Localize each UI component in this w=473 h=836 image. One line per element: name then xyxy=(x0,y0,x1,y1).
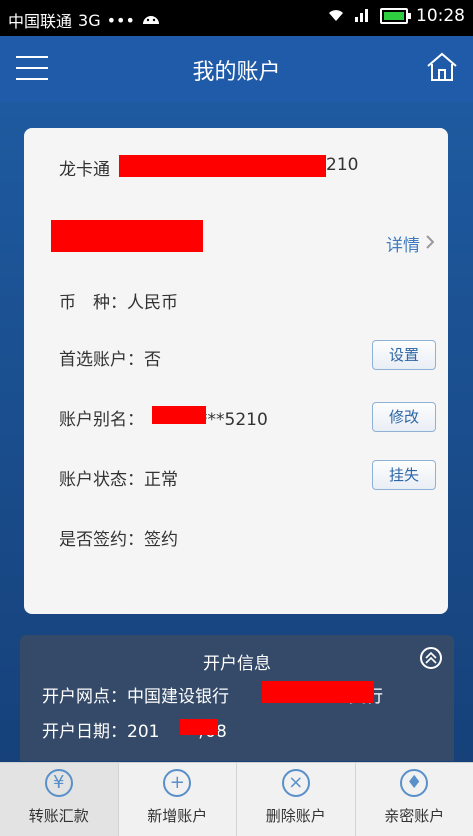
signed-value: 签约 xyxy=(144,530,178,550)
collapse-icon[interactable] xyxy=(420,647,442,669)
detail-link[interactable]: 详情 xyxy=(386,231,434,256)
date-prefix: 201 xyxy=(127,722,159,742)
tab-add-account[interactable]: + 新增账户 xyxy=(118,763,237,836)
tab-label: 删除账户 xyxy=(237,805,355,826)
edit-alias-button[interactable]: 修改 xyxy=(372,402,436,432)
redaction-alias xyxy=(152,406,206,424)
home-icon[interactable] xyxy=(425,50,459,84)
clock: 10:28 xyxy=(416,6,465,26)
chevron-right-icon xyxy=(426,234,434,254)
preferred-row: 首选账户：否 xyxy=(59,345,161,370)
tab-label: 亲密账户 xyxy=(356,805,473,826)
alias-suffix: ***5210 xyxy=(199,410,268,430)
tab-close-account[interactable]: ♦ 亲密账户 xyxy=(355,763,473,836)
status-label: 账户状态： xyxy=(59,470,144,490)
branch-prefix: 中国建设银行 xyxy=(127,687,229,707)
opening-info-header: 开户信息 xyxy=(20,649,454,674)
account-opening-info: 开户信息 开户网点：中国建设银行支行 开户日期：201/08 xyxy=(20,635,454,761)
preferred-value: 否 xyxy=(144,350,161,370)
redaction-branch xyxy=(262,681,374,703)
status-row: 账户状态：正常 xyxy=(59,465,178,490)
status-bar: 中国联通 3G ••• 10:28 xyxy=(0,0,473,36)
tab-delete-account[interactable]: × 删除账户 xyxy=(236,763,355,836)
tab-label: 新增账户 xyxy=(119,805,237,826)
card-name: 龙卡通 xyxy=(59,160,110,180)
currency-value: 人民币 xyxy=(127,293,178,313)
branch-label: 开户网点： xyxy=(42,687,127,707)
redaction-card-number xyxy=(119,155,326,177)
detail-label: 详情 xyxy=(386,231,420,256)
signed-row: 是否签约：签约 xyxy=(59,525,178,550)
card-number-row: 龙卡通 xyxy=(59,155,110,180)
plus-icon: + xyxy=(163,769,191,797)
delete-icon: × xyxy=(282,769,310,797)
yuan-icon: ¥ xyxy=(45,769,73,797)
signed-label: 是否签约： xyxy=(59,530,144,550)
tab-label: 转账汇款 xyxy=(0,805,118,826)
card-number-suffix: 210 xyxy=(326,155,358,175)
wifi-icon xyxy=(326,6,346,26)
preferred-label: 首选账户： xyxy=(59,350,144,370)
currency-label: 币 种： xyxy=(59,293,127,313)
set-preferred-button[interactable]: 设置 xyxy=(372,340,436,370)
android-icon xyxy=(141,10,161,30)
page-title: 我的账户 xyxy=(0,54,473,86)
date-label: 开户日期： xyxy=(42,722,127,742)
battery-icon xyxy=(380,8,408,24)
flame-icon: ♦ xyxy=(400,769,428,797)
account-card: 龙卡通 210 详情 币 种：人民币 首选账户：否 设置 账户别名： ***521… xyxy=(24,128,448,614)
notification-dots: ••• xyxy=(107,11,135,30)
alias-label: 账户别名： xyxy=(59,410,144,430)
currency-row: 币 种：人民币 xyxy=(59,288,178,313)
signal-icon xyxy=(354,6,372,26)
status-value: 正常 xyxy=(144,470,178,490)
network-label: 3G xyxy=(78,11,101,30)
redaction-date xyxy=(180,719,218,735)
report-loss-button[interactable]: 挂失 xyxy=(372,460,436,490)
tab-transfer[interactable]: ¥ 转账汇款 xyxy=(0,763,118,836)
nav-bar: 我的账户 xyxy=(0,36,473,102)
redaction-account-holder xyxy=(51,220,203,252)
carrier-label: 中国联通 xyxy=(8,8,72,32)
bottom-tab-bar: ¥ 转账汇款 + 新增账户 × 删除账户 ♦ 亲密账户 xyxy=(0,762,473,836)
